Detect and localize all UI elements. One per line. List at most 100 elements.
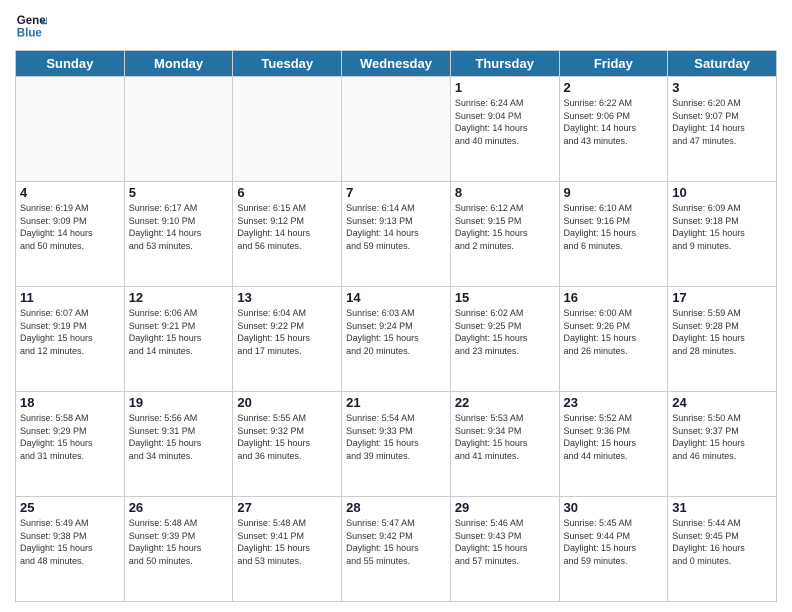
calendar-cell: 18 Sunrise: 5:58 AM Sunset: 9:29 PM Dayli… (16, 392, 125, 497)
day-number: 1 (455, 80, 555, 95)
calendar-cell: 31 Sunrise: 5:44 AM Sunset: 9:45 PM Dayli… (668, 497, 777, 602)
calendar-cell: 8 Sunrise: 6:12 AM Sunset: 9:15 PM Daylig… (450, 182, 559, 287)
calendar-body: 1Sunrise: 6:24 AM Sunset: 9:04 PM Daylig… (16, 77, 777, 602)
calendar-cell (16, 77, 125, 182)
day-info: Sunrise: 6:03 AM Sunset: 9:24 PM Dayligh… (346, 307, 446, 357)
day-info: Sunrise: 5:47 AM Sunset: 9:42 PM Dayligh… (346, 517, 446, 567)
svg-text:Blue: Blue (17, 28, 43, 40)
day-number: 25 (20, 500, 120, 515)
day-number: 9 (564, 185, 664, 200)
day-number: 30 (564, 500, 664, 515)
calendar-week-4: 18 Sunrise: 5:58 AM Sunset: 9:29 PM Dayli… (16, 392, 777, 497)
day-header-wednesday: Wednesday (342, 51, 451, 77)
calendar-week-5: 25 Sunrise: 5:49 AM Sunset: 9:38 PM Dayli… (16, 497, 777, 602)
day-number: 20 (237, 395, 337, 410)
calendar-cell: 19Sunrise: 5:56 AM Sunset: 9:31 PM Dayli… (124, 392, 233, 497)
day-info: Sunrise: 6:15 AM Sunset: 9:12 PM Dayligh… (237, 202, 337, 252)
day-info: Sunrise: 5:59 AM Sunset: 9:28 PM Dayligh… (672, 307, 772, 357)
day-info: Sunrise: 6:02 AM Sunset: 9:25 PM Dayligh… (455, 307, 555, 357)
calendar-week-3: 11Sunrise: 6:07 AM Sunset: 9:19 PM Dayli… (16, 287, 777, 392)
calendar-cell (124, 77, 233, 182)
calendar-cell: 25 Sunrise: 5:49 AM Sunset: 9:38 PM Dayli… (16, 497, 125, 602)
day-header-saturday: Saturday (668, 51, 777, 77)
day-info: Sunrise: 5:46 AM Sunset: 9:43 PM Dayligh… (455, 517, 555, 567)
day-number: 28 (346, 500, 446, 515)
calendar-table: SundayMondayTuesdayWednesdayThursdayFrid… (15, 50, 777, 602)
day-info: Sunrise: 6:06 AM Sunset: 9:21 PM Dayligh… (129, 307, 229, 357)
day-info: Sunrise: 6:20 AM Sunset: 9:07 PM Dayligh… (672, 97, 772, 147)
day-number: 19 (129, 395, 229, 410)
day-number: 29 (455, 500, 555, 515)
day-info: Sunrise: 6:17 AM Sunset: 9:10 PM Dayligh… (129, 202, 229, 252)
day-info: Sunrise: 5:50 AM Sunset: 9:37 PM Dayligh… (672, 412, 772, 462)
day-info: Sunrise: 5:44 AM Sunset: 9:45 PM Dayligh… (672, 517, 772, 567)
day-number: 16 (564, 290, 664, 305)
day-info: Sunrise: 5:54 AM Sunset: 9:33 PM Dayligh… (346, 412, 446, 462)
day-number: 17 (672, 290, 772, 305)
calendar-cell: 23 Sunrise: 5:52 AM Sunset: 9:36 PM Dayli… (559, 392, 668, 497)
day-number: 26 (129, 500, 229, 515)
day-info: Sunrise: 6:14 AM Sunset: 9:13 PM Dayligh… (346, 202, 446, 252)
day-number: 31 (672, 500, 772, 515)
day-number: 3 (672, 80, 772, 95)
day-number: 2 (564, 80, 664, 95)
calendar-cell: 30 Sunrise: 5:45 AM Sunset: 9:44 PM Dayli… (559, 497, 668, 602)
calendar-cell: 2Sunrise: 6:22 AM Sunset: 9:06 PM Daylig… (559, 77, 668, 182)
calendar-cell: 26 Sunrise: 5:48 AM Sunset: 9:39 PM Dayli… (124, 497, 233, 602)
calendar-cell: 27 Sunrise: 5:48 AM Sunset: 9:41 PM Dayli… (233, 497, 342, 602)
calendar-cell: 14 Sunrise: 6:03 AM Sunset: 9:24 PM Dayli… (342, 287, 451, 392)
day-info: Sunrise: 5:48 AM Sunset: 9:41 PM Dayligh… (237, 517, 337, 567)
calendar-cell: 16 Sunrise: 6:00 AM Sunset: 9:26 PM Dayli… (559, 287, 668, 392)
day-header-tuesday: Tuesday (233, 51, 342, 77)
calendar-cell: 10 Sunrise: 6:09 AM Sunset: 9:18 PM Dayli… (668, 182, 777, 287)
calendar-cell: 17 Sunrise: 5:59 AM Sunset: 9:28 PM Dayli… (668, 287, 777, 392)
day-number: 8 (455, 185, 555, 200)
day-number: 21 (346, 395, 446, 410)
calendar-cell: 22Sunrise: 5:53 AM Sunset: 9:34 PM Dayli… (450, 392, 559, 497)
day-info: Sunrise: 6:19 AM Sunset: 9:09 PM Dayligh… (20, 202, 120, 252)
day-info: Sunrise: 5:55 AM Sunset: 9:32 PM Dayligh… (237, 412, 337, 462)
page-header: General Blue (15, 10, 777, 42)
calendar-week-2: 4 Sunrise: 6:19 AM Sunset: 9:09 PM Daylig… (16, 182, 777, 287)
day-number: 10 (672, 185, 772, 200)
day-info: Sunrise: 5:49 AM Sunset: 9:38 PM Dayligh… (20, 517, 120, 567)
calendar-cell: 11Sunrise: 6:07 AM Sunset: 9:19 PM Dayli… (16, 287, 125, 392)
calendar-cell: 3 Sunrise: 6:20 AM Sunset: 9:07 PM Daylig… (668, 77, 777, 182)
day-info: Sunrise: 5:52 AM Sunset: 9:36 PM Dayligh… (564, 412, 664, 462)
day-info: Sunrise: 5:48 AM Sunset: 9:39 PM Dayligh… (129, 517, 229, 567)
day-info: Sunrise: 5:58 AM Sunset: 9:29 PM Dayligh… (20, 412, 120, 462)
day-number: 14 (346, 290, 446, 305)
day-number: 4 (20, 185, 120, 200)
day-number: 12 (129, 290, 229, 305)
calendar-cell: 13Sunrise: 6:04 AM Sunset: 9:22 PM Dayli… (233, 287, 342, 392)
calendar-cell: 28 Sunrise: 5:47 AM Sunset: 9:42 PM Dayli… (342, 497, 451, 602)
day-number: 18 (20, 395, 120, 410)
day-number: 23 (564, 395, 664, 410)
day-header-friday: Friday (559, 51, 668, 77)
day-number: 6 (237, 185, 337, 200)
day-info: Sunrise: 6:04 AM Sunset: 9:22 PM Dayligh… (237, 307, 337, 357)
calendar-cell: 9 Sunrise: 6:10 AM Sunset: 9:16 PM Daylig… (559, 182, 668, 287)
calendar-week-1: 1Sunrise: 6:24 AM Sunset: 9:04 PM Daylig… (16, 77, 777, 182)
day-number: 5 (129, 185, 229, 200)
day-number: 7 (346, 185, 446, 200)
day-header-monday: Monday (124, 51, 233, 77)
day-number: 27 (237, 500, 337, 515)
logo-icon: General Blue (15, 10, 47, 42)
day-info: Sunrise: 6:09 AM Sunset: 9:18 PM Dayligh… (672, 202, 772, 252)
calendar-cell: 12 Sunrise: 6:06 AM Sunset: 9:21 PM Dayli… (124, 287, 233, 392)
calendar-cell: 21 Sunrise: 5:54 AM Sunset: 9:33 PM Dayli… (342, 392, 451, 497)
calendar-cell: 24Sunrise: 5:50 AM Sunset: 9:37 PM Dayli… (668, 392, 777, 497)
calendar-cell: 4 Sunrise: 6:19 AM Sunset: 9:09 PM Daylig… (16, 182, 125, 287)
calendar-cell (233, 77, 342, 182)
calendar-header: SundayMondayTuesdayWednesdayThursdayFrid… (16, 51, 777, 77)
day-info: Sunrise: 6:12 AM Sunset: 9:15 PM Dayligh… (455, 202, 555, 252)
day-number: 15 (455, 290, 555, 305)
logo: General Blue (15, 10, 51, 42)
calendar-cell: 5 Sunrise: 6:17 AM Sunset: 9:10 PM Daylig… (124, 182, 233, 287)
day-info: Sunrise: 6:00 AM Sunset: 9:26 PM Dayligh… (564, 307, 664, 357)
day-info: Sunrise: 5:45 AM Sunset: 9:44 PM Dayligh… (564, 517, 664, 567)
calendar-page: General Blue SundayMondayTuesdayWednesda… (0, 0, 792, 612)
day-number: 22 (455, 395, 555, 410)
day-info: Sunrise: 6:10 AM Sunset: 9:16 PM Dayligh… (564, 202, 664, 252)
